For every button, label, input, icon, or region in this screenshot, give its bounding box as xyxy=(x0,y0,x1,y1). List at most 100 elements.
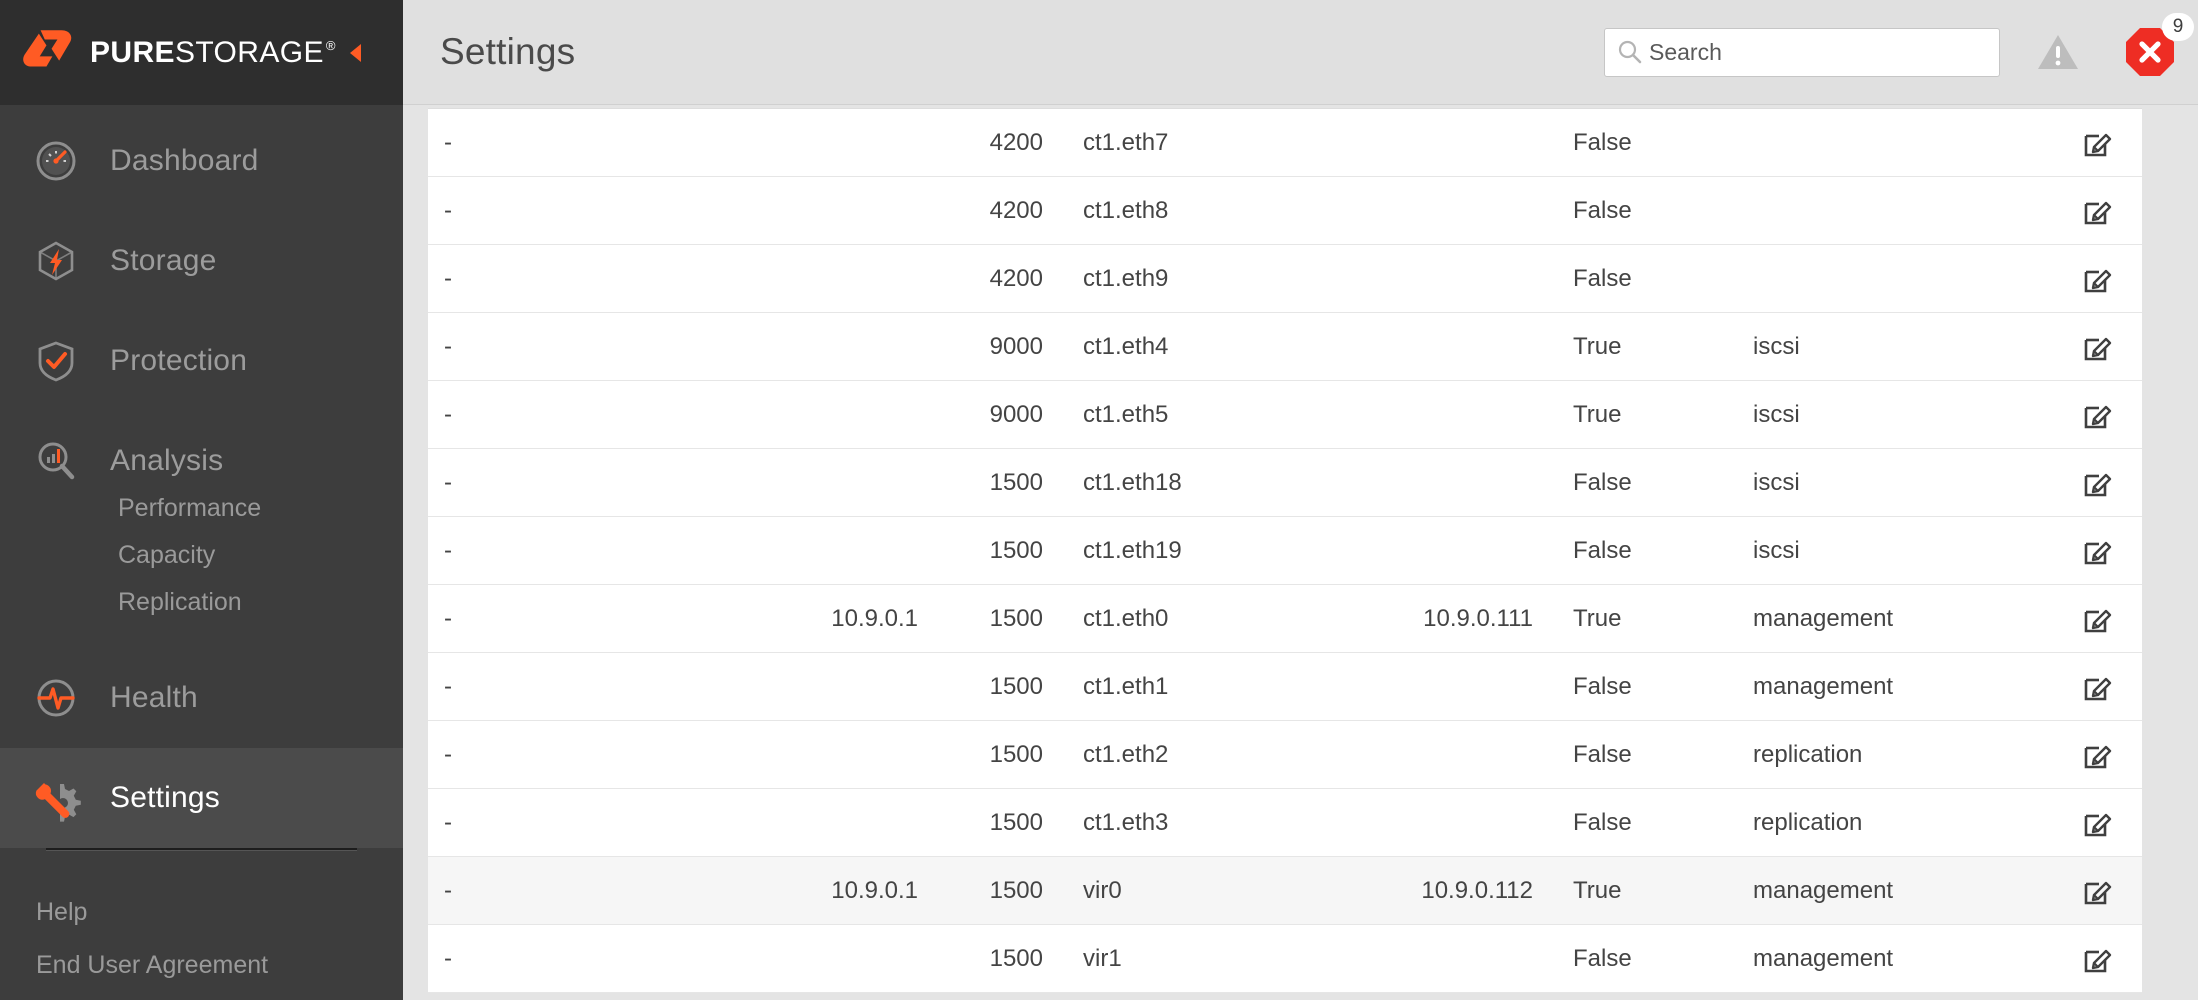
table-row[interactable]: -1500ct1.eth18Falseiscsi xyxy=(428,449,2142,517)
search-input[interactable] xyxy=(1649,39,1969,66)
cell-services: iscsi xyxy=(1713,401,1943,429)
table-row[interactable]: -4200ct1.eth7False xyxy=(428,109,2142,177)
table-row[interactable]: -9000ct1.eth4Trueiscsi xyxy=(428,313,2142,381)
cell-mtu: 1500 xyxy=(918,741,1043,769)
edit-pencil-icon[interactable] xyxy=(2082,127,2114,159)
cell-mtu: 1500 xyxy=(918,673,1043,701)
cell-name: ct1.eth19 xyxy=(1043,537,1288,565)
edit-pencil-icon[interactable] xyxy=(2082,399,2114,431)
brand-header[interactable]: PURESTORAGE® xyxy=(0,0,403,105)
cell-services: management xyxy=(1713,673,1943,701)
cell-gateway-dash: - xyxy=(428,129,678,157)
footer-link-help[interactable]: Help xyxy=(36,886,403,939)
network-interfaces-table: -4200ct1.eth7False-4200ct1.eth8False-420… xyxy=(428,108,2142,993)
edit-pencil-icon[interactable] xyxy=(2082,671,2114,703)
edit-pencil-icon[interactable] xyxy=(2082,467,2114,499)
cell-gateway-dash: - xyxy=(428,605,678,633)
cell-mtu: 4200 xyxy=(918,129,1043,157)
brand-word-storage: STORAGE xyxy=(175,36,324,70)
sidebar-subitem-replication[interactable]: Replication xyxy=(118,579,403,626)
content-area: -4200ct1.eth7False-4200ct1.eth8False-420… xyxy=(403,105,2198,1000)
cell-enabled: True xyxy=(1533,877,1713,905)
pulse-circle-icon xyxy=(30,672,82,724)
table-row[interactable]: -4200ct1.eth8False xyxy=(428,177,2142,245)
sidebar-item-protection[interactable]: Protection xyxy=(0,311,403,411)
warning-triangle-icon[interactable] xyxy=(2036,32,2080,72)
table-row[interactable]: -9000ct1.eth5Trueiscsi xyxy=(428,381,2142,449)
cell-mtu: 9000 xyxy=(918,401,1043,429)
edit-pencil-icon[interactable] xyxy=(2082,943,2114,975)
cell-services: iscsi xyxy=(1713,469,1943,497)
cell-enabled: False xyxy=(1533,537,1713,565)
table-row[interactable]: -1500ct1.eth1Falsemanagement xyxy=(428,653,2142,721)
error-count-label: 9 xyxy=(2162,13,2194,41)
table-row[interactable]: -1500ct1.eth19Falseiscsi xyxy=(428,517,2142,585)
cell-edit xyxy=(1943,195,2142,227)
table-row[interactable]: -1500ct1.eth3Falsereplication xyxy=(428,789,2142,857)
edit-pencil-icon[interactable] xyxy=(2082,535,2114,567)
cell-name: ct1.eth3 xyxy=(1043,809,1288,837)
collapse-left-arrow-icon[interactable] xyxy=(350,44,361,62)
cell-enabled: False xyxy=(1533,673,1713,701)
cell-address: 10.9.0.112 xyxy=(1288,877,1533,905)
edit-pencil-icon[interactable] xyxy=(2082,875,2114,907)
cell-edit xyxy=(1943,943,2142,975)
cell-mtu: 1500 xyxy=(918,945,1043,973)
cell-gateway-dash: - xyxy=(428,741,678,769)
cell-services: iscsi xyxy=(1713,333,1943,361)
cell-services: replication xyxy=(1713,741,1943,769)
cell-mtu: 1500 xyxy=(918,469,1043,497)
cell-edit xyxy=(1943,603,2142,635)
sidebar-item-label: Analysis xyxy=(110,444,223,478)
cell-edit xyxy=(1943,467,2142,499)
search-box[interactable] xyxy=(1604,28,2000,77)
cell-gateway-dash: - xyxy=(428,877,678,905)
cell-services: replication xyxy=(1713,809,1943,837)
edit-pencil-icon[interactable] xyxy=(2082,739,2114,771)
cell-services: management xyxy=(1713,877,1943,905)
cell-gateway-dash: - xyxy=(428,673,678,701)
cell-enabled: True xyxy=(1533,401,1713,429)
cell-edit xyxy=(1943,399,2142,431)
search-icon xyxy=(1617,39,1643,65)
sidebar-item-settings[interactable]: Settings xyxy=(0,748,403,848)
cell-edit xyxy=(1943,331,2142,363)
cell-name: ct1.eth4 xyxy=(1043,333,1288,361)
sidebar-item-storage[interactable]: Storage xyxy=(0,211,403,311)
cell-name: ct1.eth2 xyxy=(1043,741,1288,769)
brand-word-pure: PURE xyxy=(90,36,175,70)
cell-enabled: False xyxy=(1533,809,1713,837)
table-row[interactable]: -10.9.0.11500vir010.9.0.112Truemanagemen… xyxy=(428,857,2142,925)
sidebar-subitem-performance[interactable]: Performance xyxy=(118,485,403,532)
sidebar-item-label: Protection xyxy=(110,344,247,378)
edit-pencil-icon[interactable] xyxy=(2082,331,2114,363)
error-badge[interactable]: 9 xyxy=(2124,26,2176,78)
table-row[interactable]: -1500ct1.eth2Falsereplication xyxy=(428,721,2142,789)
cell-gateway-dash: - xyxy=(428,265,678,293)
cell-enabled: False xyxy=(1533,945,1713,973)
cell-gateway: 10.9.0.1 xyxy=(678,877,918,905)
table-row[interactable]: -4200ct1.eth9False xyxy=(428,245,2142,313)
cell-name: ct1.eth0 xyxy=(1043,605,1288,633)
cell-gateway-dash: - xyxy=(428,197,678,225)
edit-pencil-icon[interactable] xyxy=(2082,807,2114,839)
sidebar-footer-links: Help End User Agreement xyxy=(0,850,403,992)
edit-pencil-icon[interactable] xyxy=(2082,603,2114,635)
brand-registered-mark: ® xyxy=(326,38,336,53)
sidebar-item-health[interactable]: Health xyxy=(0,648,403,748)
wrench-gear-icon xyxy=(30,772,82,824)
cell-edit xyxy=(1943,739,2142,771)
table-row[interactable]: -1500vir1Falsemanagement xyxy=(428,925,2142,993)
sidebar-subitem-capacity[interactable]: Capacity xyxy=(118,532,403,579)
cell-edit xyxy=(1943,807,2142,839)
gauge-icon xyxy=(30,135,82,187)
edit-pencil-icon[interactable] xyxy=(2082,263,2114,295)
cell-gateway-dash: - xyxy=(428,537,678,565)
sidebar-item-dashboard[interactable]: Dashboard xyxy=(0,111,403,211)
sidebar-item-label: Storage xyxy=(110,244,216,278)
cell-gateway-dash: - xyxy=(428,945,678,973)
cell-services: iscsi xyxy=(1713,537,1943,565)
table-row[interactable]: -10.9.0.11500ct1.eth010.9.0.111Truemanag… xyxy=(428,585,2142,653)
edit-pencil-icon[interactable] xyxy=(2082,195,2114,227)
footer-link-end-user-agreement[interactable]: End User Agreement xyxy=(36,939,403,992)
